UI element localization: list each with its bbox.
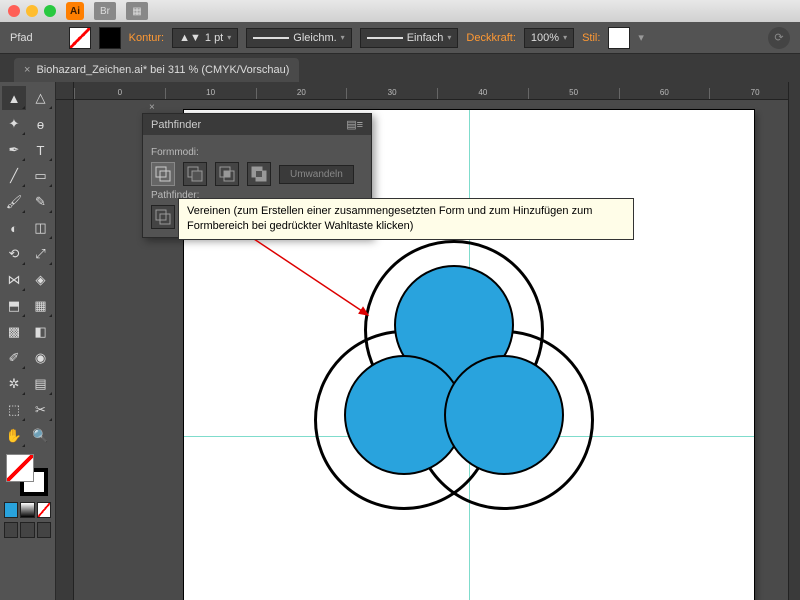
scale-tool[interactable]: ⤢ <box>29 242 53 266</box>
exclude-button[interactable] <box>247 162 271 186</box>
mesh-tool[interactable]: ▩ <box>2 320 26 344</box>
panel-close-button[interactable]: × <box>149 102 155 113</box>
symbol-sprayer-tool[interactable]: ✲ <box>2 372 26 396</box>
ruler-origin[interactable] <box>56 82 74 100</box>
app-icon: Ai <box>66 2 84 20</box>
blend-tool[interactable]: ◉ <box>29 346 53 370</box>
panel-title: Pathfinder <box>151 119 201 131</box>
color-button[interactable] <box>4 502 18 518</box>
color-mode-row <box>2 502 53 518</box>
width-tool[interactable]: ⋈ <box>2 268 26 292</box>
brush-label: Einfach <box>407 32 444 44</box>
shape-modes-label: Formmodi: <box>151 147 363 158</box>
right-panel-dock[interactable] <box>788 82 800 600</box>
magic-wand-tool[interactable]: ✦ <box>2 112 26 136</box>
artwork-group[interactable] <box>344 240 644 540</box>
style-swatch[interactable] <box>608 27 630 49</box>
control-bar: Pfad Kontur: ▲▼1 pt▾ Gleichm.▾ Einfach▾ … <box>0 22 800 54</box>
divide-button[interactable] <box>151 205 175 229</box>
draw-mode-row <box>2 522 53 538</box>
gradient-tool[interactable]: ◧ <box>29 320 53 344</box>
bridge-button[interactable]: Br <box>94 2 116 20</box>
blob-brush-tool[interactable]: ◐ <box>2 216 26 240</box>
fill-swatch[interactable] <box>69 27 91 49</box>
eraser-tool[interactable]: ◫ <box>29 216 53 240</box>
arrange-documents-button[interactable]: ▦ <box>126 2 148 20</box>
eyedropper-tool[interactable]: ✐ <box>2 346 26 370</box>
document-tab-bar: × Biohazard_Zeichen.ai* bei 311 % (CMYK/… <box>0 54 800 82</box>
horizontal-ruler[interactable]: 010203040506070 <box>74 82 800 100</box>
paintbrush-tool[interactable]: 🖌 <box>2 190 26 214</box>
window-titlebar: Ai Br ▦ <box>0 0 800 22</box>
toolbox: ▲ △ ✦ ɵ ✒ T ╱ ▭ 🖌 ✎ ◐ ◫ ⟲ ⤢ ⋈ ◈ ⬒ ▦ ▩ ◧ … <box>0 82 56 600</box>
stroke-weight-value: 1 pt <box>205 32 223 44</box>
close-window-button[interactable] <box>8 5 20 17</box>
draw-inside[interactable] <box>37 522 51 538</box>
go-button[interactable]: ⟳ <box>768 27 790 49</box>
gradient-button[interactable] <box>20 502 34 518</box>
opacity-dropdown[interactable]: 100%▾ <box>524 28 574 48</box>
panel-menu-button[interactable]: ▤≡ <box>346 118 363 131</box>
minimize-window-button[interactable] <box>26 5 38 17</box>
direct-selection-tool[interactable]: △ <box>29 86 53 110</box>
opacity-value: 100% <box>531 32 559 44</box>
expand-button[interactable]: Umwandeln <box>279 165 354 184</box>
vertical-ruler[interactable] <box>56 100 74 600</box>
pen-tool[interactable]: ✒ <box>2 138 26 162</box>
none-button[interactable] <box>37 502 51 518</box>
fill-circle-right[interactable] <box>444 355 564 475</box>
draw-behind[interactable] <box>20 522 34 538</box>
close-tab-button[interactable]: × <box>24 64 30 76</box>
opacity-label: Deckkraft: <box>466 32 516 44</box>
stroke-label: Kontur: <box>129 32 164 44</box>
minus-front-button[interactable] <box>183 162 207 186</box>
zoom-window-button[interactable] <box>44 5 56 17</box>
rectangle-tool[interactable]: ▭ <box>29 164 53 188</box>
rotate-tool[interactable]: ⟲ <box>2 242 26 266</box>
pencil-tool[interactable]: ✎ <box>29 190 53 214</box>
artboard-tool[interactable]: ⬚ <box>2 398 26 422</box>
document-tab[interactable]: × Biohazard_Zeichen.ai* bei 311 % (CMYK/… <box>14 58 299 82</box>
perspective-tool[interactable]: ▦ <box>29 294 53 318</box>
tooltip: Vereinen (zum Erstellen einer zusammenge… <box>178 198 634 240</box>
intersect-button[interactable] <box>215 162 239 186</box>
type-tool[interactable]: T <box>29 138 53 162</box>
shape-builder-tool[interactable]: ⬒ <box>2 294 26 318</box>
selection-type-label: Pfad <box>10 32 33 44</box>
line-tool[interactable]: ╱ <box>2 164 26 188</box>
fill-stroke-control[interactable] <box>2 454 53 498</box>
unite-button[interactable] <box>151 162 175 186</box>
fill-box[interactable] <box>6 454 34 482</box>
free-transform-tool[interactable]: ◈ <box>29 268 53 292</box>
hand-tool[interactable]: ✋ <box>2 424 26 448</box>
brush-dropdown[interactable]: Einfach▾ <box>360 28 459 48</box>
stroke-profile-label: Gleichm. <box>293 32 336 44</box>
lasso-tool[interactable]: ɵ <box>29 112 53 136</box>
document-tab-title: Biohazard_Zeichen.ai* bei 311 % (CMYK/Vo… <box>36 64 289 76</box>
slice-tool[interactable]: ✂ <box>29 398 53 422</box>
draw-normal[interactable] <box>4 522 18 538</box>
selection-tool[interactable]: ▲ <box>2 86 26 110</box>
stroke-swatch[interactable] <box>99 27 121 49</box>
zoom-tool[interactable]: 🔍 <box>29 424 53 448</box>
stroke-profile-dropdown[interactable]: Gleichm.▾ <box>246 28 351 48</box>
style-label: Stil: <box>582 32 600 44</box>
stroke-weight-dropdown[interactable]: ▲▼1 pt▾ <box>172 28 238 48</box>
panel-header[interactable]: Pathfinder ▤≡ <box>143 114 371 135</box>
graph-tool[interactable]: ▤ <box>29 372 53 396</box>
